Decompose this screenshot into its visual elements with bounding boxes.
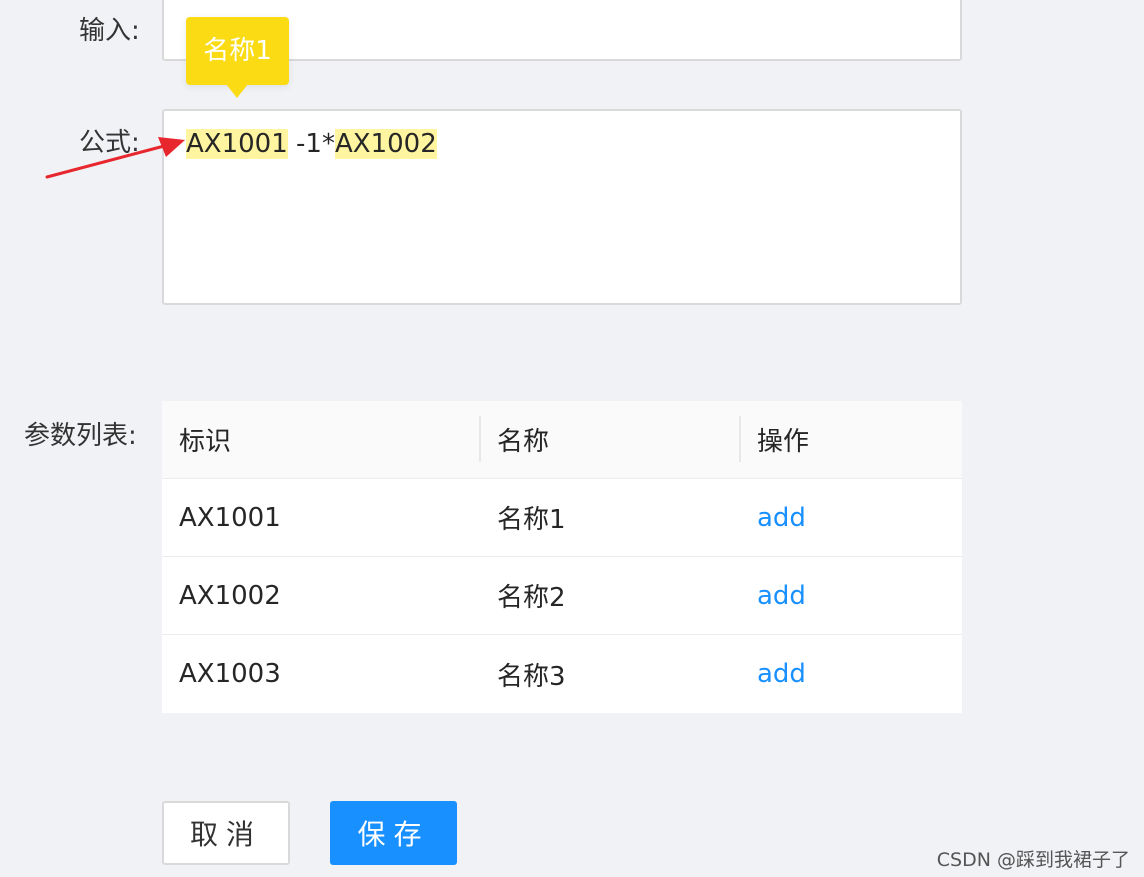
formula-token[interactable]: AX1002: [334, 129, 437, 159]
add-link[interactable]: add: [757, 479, 806, 556]
watermark: CSDN @踩到我裙子了: [936, 849, 1130, 871]
formula-editor[interactable]: AX1001 -1*AX1002: [162, 109, 962, 305]
formula-token[interactable]: AX1001: [186, 129, 288, 159]
header-action: 操作: [757, 427, 810, 457]
row-name: 名称3: [497, 661, 566, 692]
add-link[interactable]: add: [757, 635, 806, 713]
row-id: AX1001: [179, 502, 281, 533]
row-name: 名称2: [497, 583, 566, 613]
table-row: AX1002 名称2 add: [162, 557, 962, 635]
header-id: 标识: [179, 427, 232, 457]
table-header: 标识 名称 操作: [162, 401, 962, 479]
row-id: AX1002: [179, 580, 281, 611]
tooltip-arrow-icon: [226, 84, 248, 98]
token-tooltip: 名称1: [186, 17, 289, 85]
table-row: AX1001 名称1 add: [162, 479, 962, 557]
column-divider: [739, 416, 741, 462]
annotation-arrow-icon: [45, 137, 185, 179]
input-label: 输入:: [79, 16, 140, 46]
row-name: 名称1: [497, 505, 566, 535]
save-button[interactable]: 保存: [330, 801, 457, 865]
cancel-button[interactable]: 取消: [162, 801, 290, 865]
params-label: 参数列表:: [24, 421, 137, 451]
header-name: 名称: [497, 427, 550, 457]
formula-operator-text: -1*: [287, 129, 335, 159]
table-row: AX1003 名称3 add: [162, 635, 962, 713]
column-divider: [479, 416, 481, 462]
params-table: 标识 名称 操作 AX1001 名称1 add AX1002 名称2 add A…: [162, 401, 962, 713]
formula-content: AX1001 -1*AX1002: [186, 127, 437, 161]
row-id: AX1003: [179, 659, 281, 689]
add-link[interactable]: add: [757, 557, 806, 634]
